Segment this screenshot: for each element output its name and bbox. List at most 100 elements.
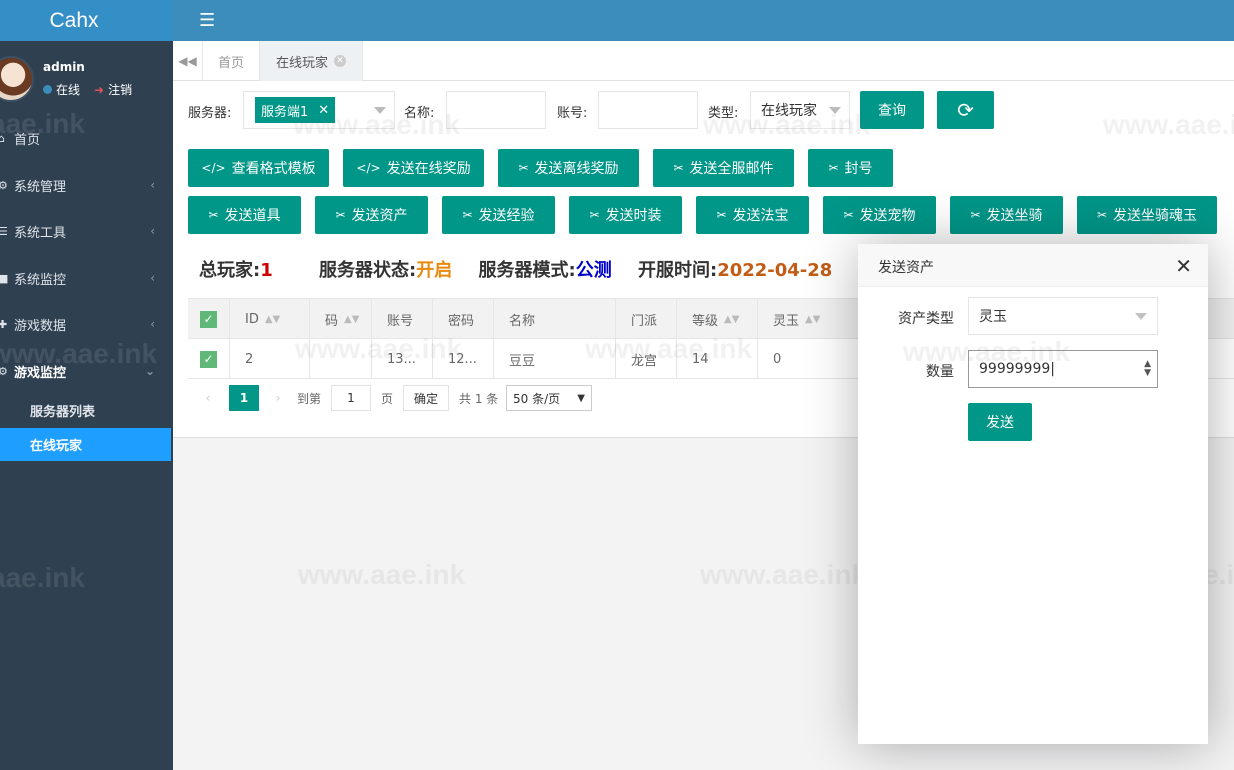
tools-icon: ✂ — [462, 208, 473, 222]
select-all-checkbox[interactable]: ✓ — [188, 299, 230, 339]
sort-icon[interactable]: ▲▼ — [344, 314, 359, 325]
button-label: 发送宠物 — [859, 208, 916, 224]
send-online-reward-button[interactable]: </> 发送在线奖励 — [343, 149, 484, 187]
sort-icon[interactable]: ▲▼ — [724, 314, 739, 325]
send-offline-reward-button[interactable]: ✂ 发送离线奖励 — [498, 149, 639, 187]
goto-confirm-button[interactable]: 确定 — [403, 385, 449, 411]
open-time-label: 开服时间: — [637, 260, 718, 281]
open-time-stat: 开服时间:2022-04-28 — [638, 260, 832, 281]
button-label: 发送全服邮件 — [689, 161, 774, 177]
logout-icon[interactable]: ➜ — [94, 83, 104, 97]
tools-icon: ✂ — [518, 161, 529, 175]
type-select-value: 在线玩家 — [761, 103, 817, 119]
avatar[interactable] — [0, 56, 34, 102]
page-size-value: 50 条/页 — [513, 391, 561, 406]
server-chip-label: 服务端1 — [261, 104, 309, 120]
tools-icon: ✂ — [843, 208, 854, 222]
send-asset-button[interactable]: ✂ 发送资产 — [315, 196, 428, 234]
column-header-id[interactable]: ID ▲▼ — [230, 299, 310, 339]
send-treasure-button[interactable]: ✂ 发送法宝 — [696, 196, 809, 234]
close-icon[interactable]: ✕ — [1175, 254, 1192, 278]
column-header-label: 密码 — [448, 313, 475, 329]
name-input[interactable] — [446, 91, 546, 129]
send-exp-button[interactable]: ✂ 发送经验 — [442, 196, 555, 234]
chevron-left-icon: ‹ — [150, 224, 155, 238]
sidebar-item-system-management[interactable]: ⚙ 系统管理 ‹ — [0, 162, 173, 208]
code-icon: </> — [356, 161, 381, 175]
gear-icon: ⚙ — [0, 364, 8, 378]
column-header-level[interactable]: 等级 ▲▼ — [677, 299, 758, 339]
column-header-label: 等级 — [692, 313, 719, 329]
quantity-stepper-icon[interactable]: ▲ ▼ — [1144, 360, 1151, 378]
tools-icon: ✂ — [589, 208, 600, 222]
type-select[interactable]: 在线玩家 — [750, 91, 850, 129]
logout-link[interactable]: 注销 — [108, 81, 132, 98]
button-label: 封号 — [844, 161, 873, 177]
column-header-label: 门派 — [631, 313, 658, 329]
sidebar-subitem-server-list[interactable]: 服务器列表 — [0, 394, 173, 427]
app-logo[interactable]: Cahx — [0, 0, 173, 41]
online-dot-icon — [43, 85, 52, 94]
column-header-code[interactable]: 码 ▲▼ — [310, 299, 372, 339]
caret-down-icon — [374, 107, 386, 114]
asset-type-value: 灵玉 — [979, 309, 1007, 325]
chevron-left-icon: ‹ — [150, 271, 155, 285]
sidebar-item-home[interactable]: ⌂ 首页 — [0, 115, 173, 161]
chip-remove-icon[interactable]: ✕ — [318, 103, 329, 118]
dialog-title: 发送资产 — [878, 260, 934, 276]
sidebar-item-label: 游戏监控 — [14, 365, 67, 381]
tab-scroll-left-icon[interactable]: ◀◀ — [173, 41, 203, 81]
server-mode-stat: 服务器模式:公测 — [479, 260, 612, 281]
sidebar-item-label: 系统工具 — [14, 225, 67, 241]
watermark: www.aae.ink — [298, 559, 466, 590]
column-header-label: 名称 — [509, 313, 536, 329]
column-header-jade[interactable]: 灵玉 ▲▼ — [758, 299, 839, 339]
account-label: 账号: — [557, 106, 588, 121]
prev-page-icon[interactable]: ‹ — [198, 385, 218, 411]
send-item-button[interactable]: ✂ 发送道具 — [188, 196, 301, 234]
goto-page-input[interactable]: 1 — [331, 385, 371, 411]
total-players-label: 总玩家: — [199, 260, 261, 281]
send-costume-button[interactable]: ✂ 发送时装 — [569, 196, 682, 234]
button-label: 发送离线奖励 — [534, 161, 619, 177]
sidebar-item-system-monitor[interactable]: ■ 系统监控 ‹ — [0, 255, 173, 301]
menu-toggle-icon[interactable]: ☰ — [199, 10, 215, 31]
send-pet-button[interactable]: ✂ 发送宠物 — [823, 196, 936, 234]
asset-type-select[interactable]: 灵玉 — [968, 297, 1158, 335]
send-mount-soul-button[interactable]: ✂ 发送坐骑魂玉 — [1077, 196, 1217, 234]
watermark: aae.ink — [0, 562, 85, 593]
page-1-button[interactable]: 1 — [229, 385, 259, 411]
tools-icon: ✂ — [828, 161, 839, 175]
server-select[interactable]: 服务端1 ✕ — [243, 91, 395, 129]
sidebar-item-system-tools[interactable]: ☰ 系统工具 ‹ — [0, 208, 173, 254]
tab-close-icon[interactable]: ✕ — [334, 55, 347, 67]
tab-online-players[interactable]: 在线玩家 ✕ — [259, 41, 364, 81]
quantity-label: 数量 — [926, 364, 954, 380]
quantity-input[interactable]: 99999999 | ▲ ▼ — [968, 350, 1158, 388]
sidebar-item-game-data[interactable]: ✚ 游戏数据 ‹ — [0, 301, 173, 347]
tab-home[interactable]: 首页 — [218, 41, 244, 81]
page-size-select[interactable]: 50 条/页 ▼ — [506, 385, 592, 411]
query-button[interactable]: 查询 — [860, 91, 924, 129]
ban-account-button[interactable]: ✂ 封号 — [808, 149, 893, 187]
send-server-mail-button[interactable]: ✂ 发送全服邮件 — [653, 149, 794, 187]
row-checkbox[interactable]: ✓ — [188, 339, 230, 379]
tools-icon: ✂ — [335, 208, 346, 222]
query-button-label: 查询 — [878, 103, 906, 119]
quantity-value: 99999999 — [979, 361, 1051, 377]
account-input[interactable] — [598, 91, 698, 129]
sidebar-subitem-online-players[interactable]: 在线玩家 — [0, 428, 171, 461]
sort-icon[interactable]: ▲▼ — [805, 314, 820, 325]
refresh-button[interactable]: ⟳ — [937, 91, 994, 129]
view-template-button[interactable]: </> 查看格式模板 — [188, 149, 329, 187]
next-page-icon[interactable]: › — [268, 385, 288, 411]
send-button[interactable]: 发送 — [968, 403, 1032, 441]
sidebar-item-game-monitor[interactable]: ⚙ 游戏监控 ⌄ — [0, 348, 173, 394]
sort-icon[interactable]: ▲▼ — [265, 314, 280, 325]
cell-name: 豆豆 — [494, 339, 616, 379]
server-status-stat: 服务器状态:开启 — [319, 260, 452, 281]
server-stats: 总玩家:1 服务器状态:开启 服务器模式:公测 开服时间:2022-04-28 — [199, 256, 852, 282]
send-mount-button[interactable]: ✂ 发送坐骑 — [950, 196, 1063, 234]
total-count: 共 1 条 — [459, 391, 499, 406]
server-chip: 服务端1 ✕ — [255, 97, 336, 123]
